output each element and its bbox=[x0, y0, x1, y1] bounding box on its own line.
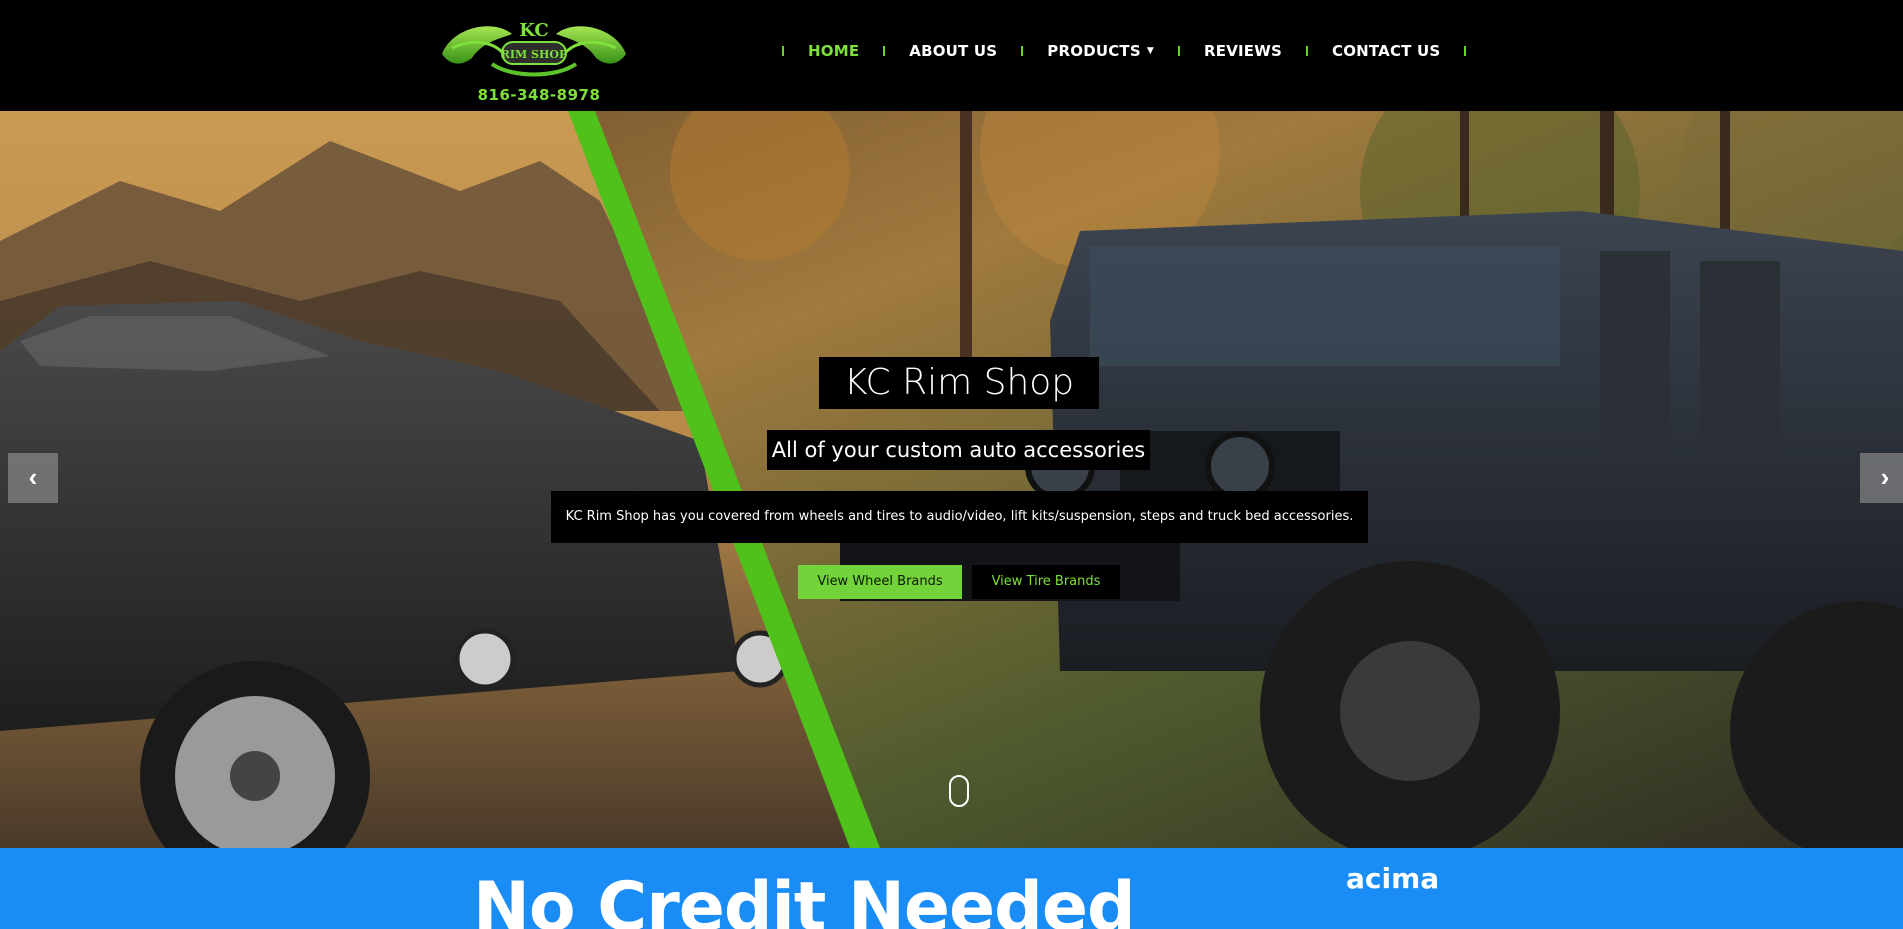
scroll-down-icon[interactable] bbox=[949, 775, 969, 807]
nav-item-reviews[interactable]: REVIEWS bbox=[1204, 42, 1282, 60]
main-nav: HOME ABOUT US PRODUCTS ▼ REVIEWS CONTACT… bbox=[758, 40, 1490, 62]
view-wheel-brands-button[interactable]: View Wheel Brands bbox=[798, 565, 962, 599]
acima-logo[interactable]: acima bbox=[1346, 862, 1439, 895]
site-logo[interactable]: KC RIM SHOP bbox=[432, 8, 636, 86]
hero-description: KC Rim Shop has you covered from wheels … bbox=[551, 491, 1368, 543]
nav-divider bbox=[883, 46, 886, 56]
nav-divider bbox=[1305, 46, 1308, 56]
nav-item-products-label: PRODUCTS bbox=[1047, 42, 1141, 60]
nav-divider bbox=[1178, 46, 1180, 56]
nav-item-contact-us[interactable]: CONTACT US bbox=[1332, 42, 1440, 60]
hero-background-image bbox=[0, 111, 1903, 848]
hero-slider: KC Rim Shop All of your custom auto acce… bbox=[0, 111, 1903, 848]
nav-item-about-us[interactable]: ABOUT US bbox=[909, 42, 997, 60]
hero-subtitle: All of your custom auto accessories bbox=[767, 430, 1150, 470]
svg-text:KC: KC bbox=[519, 20, 549, 41]
caret-down-icon: ▼ bbox=[1146, 46, 1154, 56]
phone-number[interactable]: 816-348-8978 bbox=[432, 86, 646, 104]
logo-graphic: KC RIM SHOP bbox=[442, 20, 626, 77]
nav-divider bbox=[1021, 46, 1024, 56]
view-tire-brands-button[interactable]: View Tire Brands bbox=[972, 565, 1120, 599]
banner-title: No Credit Needed bbox=[473, 868, 1136, 929]
nav-item-products[interactable]: PRODUCTS ▼ bbox=[1047, 42, 1154, 60]
nav-divider bbox=[782, 46, 784, 56]
prev-slide-arrow-icon[interactable]: ‹ bbox=[8, 453, 58, 503]
nav-item-home[interactable]: HOME bbox=[808, 42, 859, 60]
hero-title: KC Rim Shop bbox=[819, 357, 1099, 409]
financing-banner: No Credit Needed acima bbox=[0, 848, 1903, 929]
nav-divider bbox=[1464, 46, 1467, 56]
site-header: KC RIM SHOP 816-348-8978 HOME ABOUT US P… bbox=[0, 0, 1903, 111]
svg-text:RIM SHOP: RIM SHOP bbox=[501, 48, 567, 61]
next-slide-arrow-icon[interactable]: › bbox=[1860, 453, 1903, 503]
